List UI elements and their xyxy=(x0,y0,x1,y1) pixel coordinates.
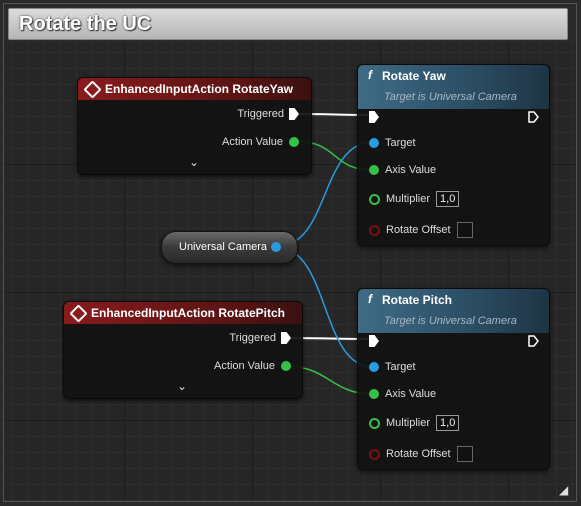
pin-axis-value[interactable]: Axis Value xyxy=(369,388,436,400)
function-node-title: Rotate Yaw xyxy=(382,69,446,83)
object-in-pin-icon[interactable] xyxy=(369,138,379,148)
function-node-subtitle: Target is Universal Camera xyxy=(384,91,517,103)
float-in-pin-icon[interactable] xyxy=(369,417,380,429)
resize-handle-icon[interactable]: ◢ xyxy=(559,484,571,496)
float-out-pin-icon[interactable] xyxy=(281,361,291,371)
function-node-header: f Rotate Yaw Target is Universal Camera xyxy=(358,65,549,109)
rotate-offset-checkbox[interactable] xyxy=(456,446,473,462)
event-node-title: EnhancedInputAction RotateYaw xyxy=(105,82,294,96)
exec-out-pin-icon[interactable] xyxy=(528,335,539,347)
pin-multiplier[interactable]: Multiplier 1,0 xyxy=(369,415,460,431)
pin-target[interactable]: Target xyxy=(369,137,416,149)
object-out-pin-icon[interactable] xyxy=(271,242,281,252)
multiplier-input[interactable]: 1,0 xyxy=(436,415,460,431)
event-node-rotate-pitch[interactable]: EnhancedInputAction RotatePitch Triggere… xyxy=(63,301,303,399)
blueprint-graph-frame: Rotate the UC ◢ EnhancedInputAction Rota… xyxy=(0,0,581,506)
pin-target[interactable]: Target xyxy=(369,361,416,373)
chevron-down-icon[interactable]: ⌄ xyxy=(189,155,199,169)
event-diamond-icon xyxy=(83,79,102,99)
pin-axis-value[interactable]: Axis Value xyxy=(369,164,436,176)
pin-multiplier[interactable]: Multiplier 1,0 xyxy=(369,191,460,207)
function-icon: f xyxy=(368,68,372,82)
float-in-pin-icon[interactable] xyxy=(369,389,379,399)
event-node-title: EnhancedInputAction RotatePitch xyxy=(91,306,286,320)
pin-triggered[interactable]: Triggered xyxy=(229,332,291,344)
exec-out-pin-icon[interactable] xyxy=(281,332,291,344)
pin-triggered[interactable]: Triggered xyxy=(237,108,299,120)
function-icon: f xyxy=(368,292,372,306)
event-diamond-icon xyxy=(69,303,88,323)
comment-header[interactable]: Rotate the UC xyxy=(8,8,568,40)
chevron-down-icon[interactable]: ⌄ xyxy=(177,379,187,393)
function-node-header: f Rotate Pitch Target is Universal Camer… xyxy=(358,289,549,333)
pin-rotate-offset[interactable]: Rotate Offset xyxy=(369,446,473,462)
comment-title: Rotate the UC xyxy=(19,13,152,35)
exec-out-pin-icon[interactable] xyxy=(289,108,299,120)
function-node-title: Rotate Pitch xyxy=(382,293,453,307)
function-node-subtitle: Target is Universal Camera xyxy=(384,315,517,327)
event-node-rotate-yaw[interactable]: EnhancedInputAction RotateYaw Triggered … xyxy=(77,77,312,175)
function-node-rotate-yaw[interactable]: f Rotate Yaw Target is Universal Camera … xyxy=(357,64,550,246)
event-node-header: EnhancedInputAction RotatePitch xyxy=(64,302,302,324)
bool-in-pin-icon[interactable] xyxy=(369,448,380,460)
pin-action-value[interactable]: Action Value xyxy=(214,360,291,372)
exec-out-pin-icon[interactable] xyxy=(528,111,539,123)
rotate-offset-checkbox[interactable] xyxy=(456,222,473,238)
event-node-header: EnhancedInputAction RotateYaw xyxy=(78,78,311,100)
multiplier-input[interactable]: 1,0 xyxy=(436,191,460,207)
float-in-pin-icon[interactable] xyxy=(369,165,379,175)
variable-node-universal-camera[interactable]: Universal Camera xyxy=(161,231,298,264)
exec-in-pin-icon[interactable] xyxy=(369,111,379,123)
bool-in-pin-icon[interactable] xyxy=(369,224,380,236)
pin-action-value[interactable]: Action Value xyxy=(222,136,299,148)
variable-label: Universal Camera xyxy=(179,241,268,253)
float-out-pin-icon[interactable] xyxy=(289,137,299,147)
exec-in-pin-icon[interactable] xyxy=(369,335,379,347)
pin-rotate-offset[interactable]: Rotate Offset xyxy=(369,222,473,238)
function-node-rotate-pitch[interactable]: f Rotate Pitch Target is Universal Camer… xyxy=(357,288,550,470)
object-in-pin-icon[interactable] xyxy=(369,362,379,372)
float-in-pin-icon[interactable] xyxy=(369,193,380,205)
